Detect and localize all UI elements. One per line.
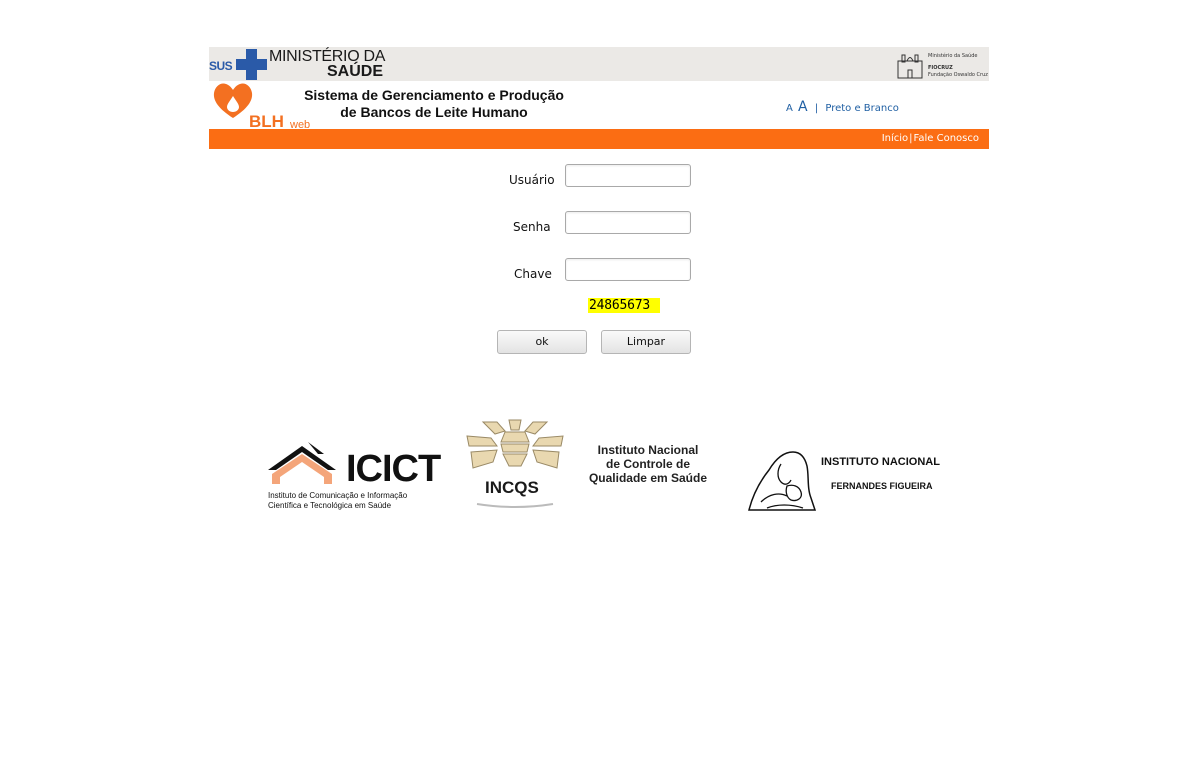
incqs-full-line2: de Controle de — [605, 457, 690, 471]
font-increase-link[interactable]: A — [798, 99, 808, 115]
font-decrease-link[interactable]: A — [786, 103, 793, 114]
icict-wordmark: ICICT — [346, 448, 441, 490]
accessibility-controls: A A | Preto e Branco — [786, 99, 899, 115]
nav-links: Início|Fale Conosco — [882, 133, 979, 144]
app-header: BLH web Sistema de Gerenciamento e Produ… — [209, 81, 989, 131]
icict-subtitle: Instituto de Comunicação e Informação Ci… — [268, 491, 438, 511]
nav-contact-link[interactable]: Fale Conosco — [914, 133, 979, 144]
incqs-swoosh-icon — [476, 503, 554, 508]
heart-drop-icon — [213, 83, 253, 118]
incqs-full-name: Instituto Nacional de Controle de Qualid… — [583, 443, 713, 485]
incqs-full-line1: Instituto Nacional — [597, 443, 699, 457]
high-contrast-link[interactable]: Preto e Branco — [825, 103, 899, 114]
iff-logo: INSTITUTO NACIONAL FERNANDES FIGUEIRA — [747, 450, 940, 514]
icict-subtitle-line1: Instituto de Comunicação e Informação — [268, 491, 408, 500]
fiocruz-foundation-text: Fundação Oswaldo Cruz — [928, 72, 988, 78]
system-title: Sistema de Gerenciamento e Produção de B… — [299, 87, 569, 121]
fiocruz-ministry-text: Ministério da Saúde — [928, 53, 978, 59]
mother-child-icon — [748, 451, 817, 511]
incqs-sun-icon — [466, 419, 564, 469]
password-input[interactable] — [565, 211, 691, 234]
system-title-line1: Sistema de Gerenciamento e Produção — [304, 87, 564, 103]
icict-logo: ICICT Instituto de Comunicação e Informa… — [268, 440, 441, 514]
captcha-code: 24865673 — [588, 298, 660, 313]
system-title-line2: de Bancos de Leite Humano — [340, 104, 528, 120]
clear-button[interactable]: Limpar — [601, 330, 691, 354]
user-input[interactable] — [565, 164, 691, 187]
nav-home-link[interactable]: Início — [882, 133, 908, 144]
page-container: SUS MINISTÉRIO DA SAÚDE Ministério da Sa… — [209, 47, 989, 149]
icict-roof-icon — [268, 442, 336, 484]
blh-web-logo: BLH web — [213, 82, 310, 131]
fiocruz-building-icon — [897, 54, 923, 79]
ministerio-line2: SAÚDE — [327, 63, 384, 80]
top-nav-bar: Início|Fale Conosco — [209, 129, 989, 149]
icict-subtitle-line2: Científica e Tecnológica em Saúde — [268, 501, 392, 510]
incqs-wordmark: INCQS — [485, 478, 539, 497]
key-label: Chave — [514, 267, 552, 281]
health-cross-icon — [236, 49, 267, 80]
government-header: SUS MINISTÉRIO DA SAÚDE Ministério da Sa… — [209, 47, 989, 81]
incqs-logo: INCQS — [463, 418, 568, 512]
key-input[interactable] — [565, 258, 691, 281]
iff-title-line2: FERNANDES FIGUEIRA — [831, 481, 933, 491]
user-label: Usuário — [509, 173, 555, 187]
sus-logo-text: SUS — [209, 59, 233, 73]
fiocruz-logo: Ministério da Saúde FIOCRUZ Fundação Osw… — [897, 49, 989, 80]
ok-button[interactable]: ok — [497, 330, 587, 354]
incqs-full-line3: Qualidade em Saúde — [588, 471, 708, 485]
iff-title-line1: INSTITUTO NACIONAL — [821, 456, 940, 468]
accessibility-separator: | — [814, 103, 819, 114]
password-label: Senha — [513, 220, 551, 234]
nav-separator: | — [909, 133, 913, 144]
fiocruz-name-text: FIOCRUZ — [928, 65, 953, 71]
